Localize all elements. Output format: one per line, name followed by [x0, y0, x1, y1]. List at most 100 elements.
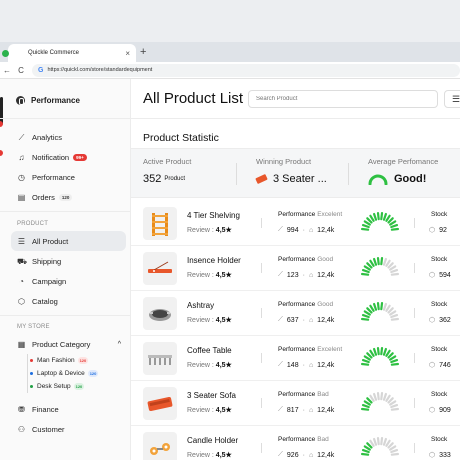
performance-gauge [361, 300, 400, 322]
table-row[interactable]: 4 Tier Shelving Review : 4,5★ Performance E… [131, 201, 460, 246]
performance-gauge [361, 345, 400, 367]
table-row[interactable]: 3 Seater Sofa Review : 4,5★ Performance Bad… [131, 381, 460, 426]
review-value: 4,5★ [215, 362, 232, 369]
stock-value: 746 [439, 361, 451, 369]
review-label: Review [187, 407, 210, 414]
performance-quality: Excelent [317, 346, 343, 353]
review-label: Review [187, 272, 210, 279]
divider [0, 211, 131, 212]
filter-button[interactable]: ☰ [444, 90, 460, 108]
sidebar-item-orders[interactable]: ▤ Orders 120 [0, 187, 131, 207]
campaign-icon: ◔ [19, 276, 24, 286]
product-thumb-icon [255, 173, 268, 185]
sub-item-desk-setup[interactable]: Desk Setup 120 [0, 380, 131, 393]
review-value: 4,5★ [215, 317, 232, 324]
divider [261, 398, 262, 408]
separator-dot: · [302, 271, 305, 279]
stock-values: ⬡ 362 [429, 316, 451, 325]
stat-unit: Product [164, 176, 186, 182]
table-row[interactable]: Insence Holder Review : 4,5★ Performance Go… [131, 246, 460, 291]
sidebar: Performance ⟋ Analytics ♫ Notification 9… [0, 79, 131, 460]
product-review: Review : 4,5★ [187, 272, 232, 279]
sidebar-item-campaign[interactable]: ◔ Campaign [0, 271, 131, 291]
sidebar-item-customer[interactable]: ⚇ Customer [0, 419, 131, 439]
views-value: 12,4k [317, 406, 335, 414]
box-icon: ⬡ [429, 272, 436, 279]
sidebar-item-analytics[interactable]: ⟋ Analytics [0, 127, 131, 147]
bullet-icon [30, 385, 33, 388]
sub-item-man-fashion[interactable]: Man Fashion 120 [0, 354, 131, 367]
product-name: Ashtray [187, 301, 215, 310]
divider [414, 398, 415, 408]
sidebar-item-all-product[interactable]: ☰ All Product [11, 231, 126, 251]
notification-badge: 99+ [73, 153, 87, 161]
views-value: 12,4k [317, 316, 335, 324]
table-row[interactable]: Ashtray Review : 4,5★ Performance Good ⟋ 637 ·… [131, 291, 460, 336]
stats-title: Product Statistic [143, 132, 219, 144]
tab-close-icon[interactable]: × [125, 49, 130, 58]
browser-tab[interactable]: Quickle Commerce × [2, 44, 136, 62]
performance-quality: Excelent [317, 211, 343, 218]
url-field[interactable]: G https://quickl.com/store/standardequip… [32, 63, 460, 77]
stock-values: ⬡ 746 [429, 361, 451, 370]
sidebar-brand[interactable]: Performance [16, 96, 80, 105]
back-icon[interactable]: ← [0, 66, 14, 75]
performance-values: ⟋ 637 · ⌂ 12,4k [278, 316, 334, 324]
stat-active-product: Active Product 352 Product [143, 157, 191, 185]
truck-icon: ⛟ [17, 256, 28, 266]
sales-value: 123 [286, 271, 299, 279]
orders-badge: 120 [58, 193, 73, 201]
stock-label: Stock [431, 256, 448, 263]
stat-winning-product: Winning Product 3 Seater ... [255, 157, 327, 185]
chart-icon: ⟋ [18, 132, 25, 142]
sidebar-item-label: All Product [32, 236, 69, 246]
divider [0, 315, 131, 316]
sales-value: 637 [286, 316, 299, 324]
sidebar-item-performance[interactable]: ◷ Performance [0, 167, 131, 187]
box-icon: ⬡ [429, 407, 436, 414]
product-thumbnail [143, 432, 177, 460]
chevron-up-icon[interactable]: ^ [118, 341, 121, 348]
performance-label: Performance Good [278, 256, 333, 263]
sidebar-item-finance[interactable]: ⛃ Finance [0, 399, 131, 419]
divider [261, 218, 262, 228]
performance-title: Performance [278, 346, 316, 353]
new-tab-button[interactable]: + [140, 45, 146, 59]
stock-label: Stock [431, 301, 448, 308]
table-row[interactable]: Coffee Table Review : 4,5★ Performance Exce… [131, 336, 460, 381]
sub-item-laptop-device[interactable]: Laptop & Device 120 [0, 367, 131, 380]
performance-title: Performance [278, 391, 316, 398]
search-input[interactable] [248, 90, 438, 108]
sidebar-item-shipping[interactable]: ⛟ Shipping [0, 251, 131, 271]
divider [261, 308, 262, 318]
sidebar-item-catalog[interactable]: ⬡ Catalog [0, 291, 131, 311]
product-name: 4 Tier Shelving [187, 211, 240, 220]
review-value: 4,5★ [215, 227, 232, 234]
divider [261, 353, 262, 363]
separator-dot: · [302, 316, 305, 324]
sales-value: 994 [286, 226, 299, 234]
separator-dot: · [302, 451, 305, 459]
reload-icon[interactable]: C [14, 66, 28, 75]
trend-icon: ⟋ [278, 271, 283, 278]
performance-gauge [361, 435, 400, 457]
divider [0, 118, 131, 119]
list-icon: ☰ [17, 236, 26, 246]
review-label: Review [187, 362, 210, 369]
sidebar-item-notification[interactable]: ♫ Notification 99+ [0, 147, 131, 167]
views-value: 12,4k [317, 226, 335, 234]
catalog-icon: ⬡ [18, 296, 25, 306]
performance-title: Performance [278, 301, 316, 308]
trend-icon: ⟋ [278, 406, 283, 413]
bullet-icon [30, 359, 33, 362]
window-dot-icon [2, 50, 9, 57]
stock-value: 594 [439, 271, 451, 279]
sidebar-item-product-category[interactable]: ▦ Product Category ^ [0, 334, 131, 354]
product-thumbnail [143, 297, 177, 330]
stats-panel: Active Product 352 Product Winning Produ… [131, 148, 460, 198]
performance-label: Performance Good [278, 301, 333, 308]
performance-values: ⟋ 817 · ⌂ 12,4k [278, 406, 334, 414]
stat-value: 3 Seater ... [273, 173, 327, 185]
table-row[interactable]: Candle Holder Review : 4,5★ Performance Bad… [131, 426, 460, 460]
stock-value: 362 [439, 316, 451, 324]
